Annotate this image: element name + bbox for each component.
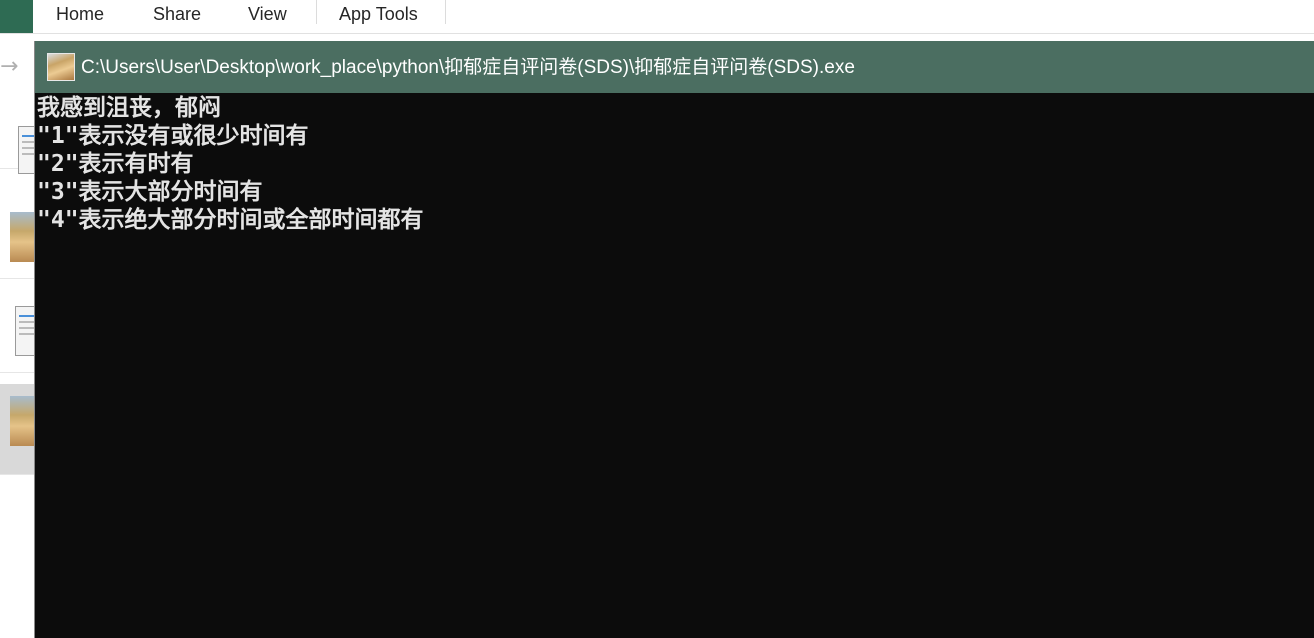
ribbon-tab-app-tools[interactable]: App Tools <box>339 0 418 28</box>
forward-arrow-icon[interactable]: → <box>0 52 24 82</box>
console-line: "3"表示大部分时间有 <box>37 179 263 205</box>
file-thumbnail[interactable] <box>0 294 37 373</box>
ribbon-separator <box>316 0 317 24</box>
ribbon-tab-home[interactable]: Home <box>56 0 104 28</box>
document-icon <box>15 306 37 356</box>
dog-photo-icon <box>47 53 75 81</box>
console-output[interactable]: 我感到沮丧，郁闷 "1"表示没有或很少时间有 "2"表示有时有 "3"表示大部分… <box>37 93 1314 638</box>
dog-photo-icon <box>10 212 35 262</box>
file-thumbnail-selected[interactable] <box>0 384 35 475</box>
window-title: C:\Users\User\Desktop\work_place\python\… <box>81 57 855 78</box>
ribbon-separator <box>445 0 446 24</box>
console-line: "2"表示有时有 <box>37 151 194 177</box>
ribbon-tab-view[interactable]: View <box>248 0 287 28</box>
explorer-file-list: → <box>0 34 40 638</box>
file-tab[interactable] <box>0 0 33 33</box>
console-line: "4"表示绝大部分时间或全部时间都有 <box>37 207 424 233</box>
document-icon <box>18 126 40 174</box>
file-thumbnail[interactable] <box>0 90 40 174</box>
ribbon-tab-share[interactable]: Share <box>153 0 201 28</box>
console-titlebar[interactable]: C:\Users\User\Desktop\work_place\python\… <box>35 41 1314 93</box>
file-thumbnail[interactable] <box>0 200 35 279</box>
console-window[interactable]: C:\Users\User\Desktop\work_place\python\… <box>34 41 1314 638</box>
screen: Home Share View App Tools → C:\Users\Use… <box>0 0 1314 638</box>
explorer-ribbon: Home Share View App Tools <box>0 0 1314 34</box>
dog-photo-icon <box>10 396 35 446</box>
console-line: 我感到沮丧，郁闷 <box>37 95 221 121</box>
console-line: "1"表示没有或很少时间有 <box>37 123 309 149</box>
